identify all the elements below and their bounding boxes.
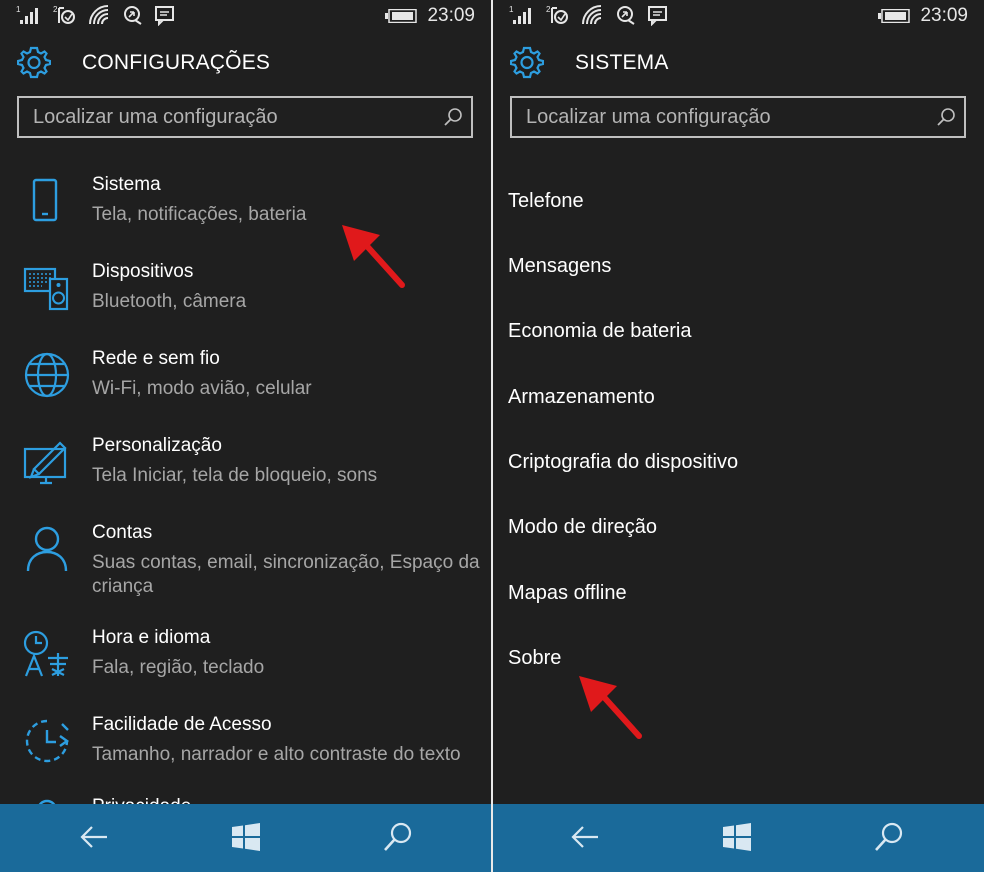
category-name: Contas xyxy=(92,522,153,543)
category-description: Wi-Fi, modo avião, celular xyxy=(92,378,312,399)
wifi-icon xyxy=(582,5,602,25)
system-item-sobre[interactable]: Sobre xyxy=(508,647,561,670)
windows-start-icon[interactable] xyxy=(231,822,261,852)
category-facilidade-de-acesso[interactable]: Facilidade de Acesso Tamanho, narrador e… xyxy=(0,714,491,784)
phone-icon xyxy=(32,178,58,222)
settings-screen: 1 2 23:09 CONFIGURAÇÕES Localizar uma co… xyxy=(0,0,491,872)
category-contas[interactable]: Contas Suas contas, email, sincronização… xyxy=(0,522,491,622)
annotation-arrow xyxy=(579,676,642,739)
personalization-icon xyxy=(23,441,67,485)
signal-sim1-icon: 1 xyxy=(509,5,531,24)
status-bar: 1 2 23:09 xyxy=(0,0,491,32)
category-dispositivos[interactable]: Dispositivos Bluetooth, câmera xyxy=(0,261,491,331)
gear-icon xyxy=(17,46,51,79)
status-bar: 1 2 23:09 xyxy=(493,0,984,32)
svg-text:1: 1 xyxy=(509,5,514,14)
search-icon[interactable] xyxy=(936,107,956,127)
back-arrow-icon[interactable] xyxy=(570,822,600,852)
search-icon[interactable] xyxy=(874,822,904,852)
category-name: Facilidade de Acesso xyxy=(92,714,272,735)
category-name: Personalização xyxy=(92,435,222,456)
signal-sim2-icon: 2 xyxy=(546,5,568,24)
person-icon xyxy=(26,526,68,572)
battery-icon xyxy=(385,9,417,23)
search-input[interactable] xyxy=(512,98,926,136)
system-item-telefone[interactable]: Telefone xyxy=(508,190,584,213)
category-description: Tamanho, narrador e alto contraste do te… xyxy=(92,744,461,765)
clock: 23:09 xyxy=(427,5,475,26)
system-item-criptografia[interactable]: Criptografia do dispositivo xyxy=(508,451,738,474)
svg-text:2: 2 xyxy=(546,5,551,14)
page-title: CONFIGURAÇÕES xyxy=(82,51,271,74)
category-rede-e-sem-fio[interactable]: Rede e sem fio Wi-Fi, modo avião, celula… xyxy=(0,348,491,418)
time-language-icon xyxy=(23,630,68,677)
system-item-economia-de-bateria[interactable]: Economia de bateria xyxy=(508,320,691,343)
category-description: Tela Iniciar, tela de bloqueio, sons xyxy=(92,465,378,486)
system-item-mensagens[interactable]: Mensagens xyxy=(508,255,611,278)
svg-text:1: 1 xyxy=(16,5,21,14)
signal-sim2-icon: 2 xyxy=(53,5,75,24)
search-input[interactable] xyxy=(19,98,433,136)
navigation-bar xyxy=(0,804,491,872)
search-icon[interactable] xyxy=(383,822,413,852)
page-header: SISTEMA xyxy=(493,42,984,84)
category-name: Sistema xyxy=(92,174,161,195)
category-name: Hora e idioma xyxy=(92,627,211,648)
battery-icon xyxy=(878,9,910,23)
category-description: Bluetooth, câmera xyxy=(92,291,247,312)
system-item-armazenamento[interactable]: Armazenamento xyxy=(508,386,655,409)
clock: 23:09 xyxy=(920,5,968,26)
category-name: Rede e sem fio xyxy=(92,348,220,369)
category-personalizacao[interactable]: Personalização Tela Iniciar, tela de blo… xyxy=(0,435,491,505)
category-description: Fala, região, teclado xyxy=(92,657,265,678)
devices-icon xyxy=(23,267,69,311)
search-box[interactable] xyxy=(17,96,473,138)
category-sistema[interactable]: Sistema Tela, notificações, bateria xyxy=(0,174,491,244)
location-icon xyxy=(617,6,635,25)
category-name: Dispositivos xyxy=(92,261,194,282)
svg-text:2: 2 xyxy=(53,5,58,14)
ease-of-access-icon xyxy=(25,719,70,763)
globe-icon xyxy=(24,352,70,398)
search-box[interactable] xyxy=(510,96,966,138)
page-header: CONFIGURAÇÕES xyxy=(0,42,491,84)
navigation-bar xyxy=(493,804,984,872)
page-title: SISTEMA xyxy=(575,51,669,74)
category-description: Tela, notificações, bateria xyxy=(92,204,307,225)
back-arrow-icon[interactable] xyxy=(79,822,109,852)
category-description-continued: criança xyxy=(92,576,154,597)
category-hora-e-idioma[interactable]: Hora e idioma Fala, região, teclado xyxy=(0,627,491,697)
system-screen: 1 2 23:09 SISTEMA Localizar uma configur… xyxy=(493,0,984,872)
message-icon xyxy=(648,6,667,26)
gear-icon xyxy=(510,46,544,79)
wifi-icon xyxy=(89,5,109,25)
location-icon xyxy=(124,6,142,25)
annotation-arrow xyxy=(342,225,405,288)
system-item-modo-de-direcao[interactable]: Modo de direção xyxy=(508,516,657,539)
category-description: Suas contas, email, sincronização, Espaç… xyxy=(92,552,480,573)
search-icon[interactable] xyxy=(443,107,463,127)
windows-start-icon[interactable] xyxy=(722,822,752,852)
message-icon xyxy=(155,6,174,26)
signal-sim1-icon: 1 xyxy=(16,5,38,24)
system-item-mapas-offline[interactable]: Mapas offline xyxy=(508,582,627,605)
